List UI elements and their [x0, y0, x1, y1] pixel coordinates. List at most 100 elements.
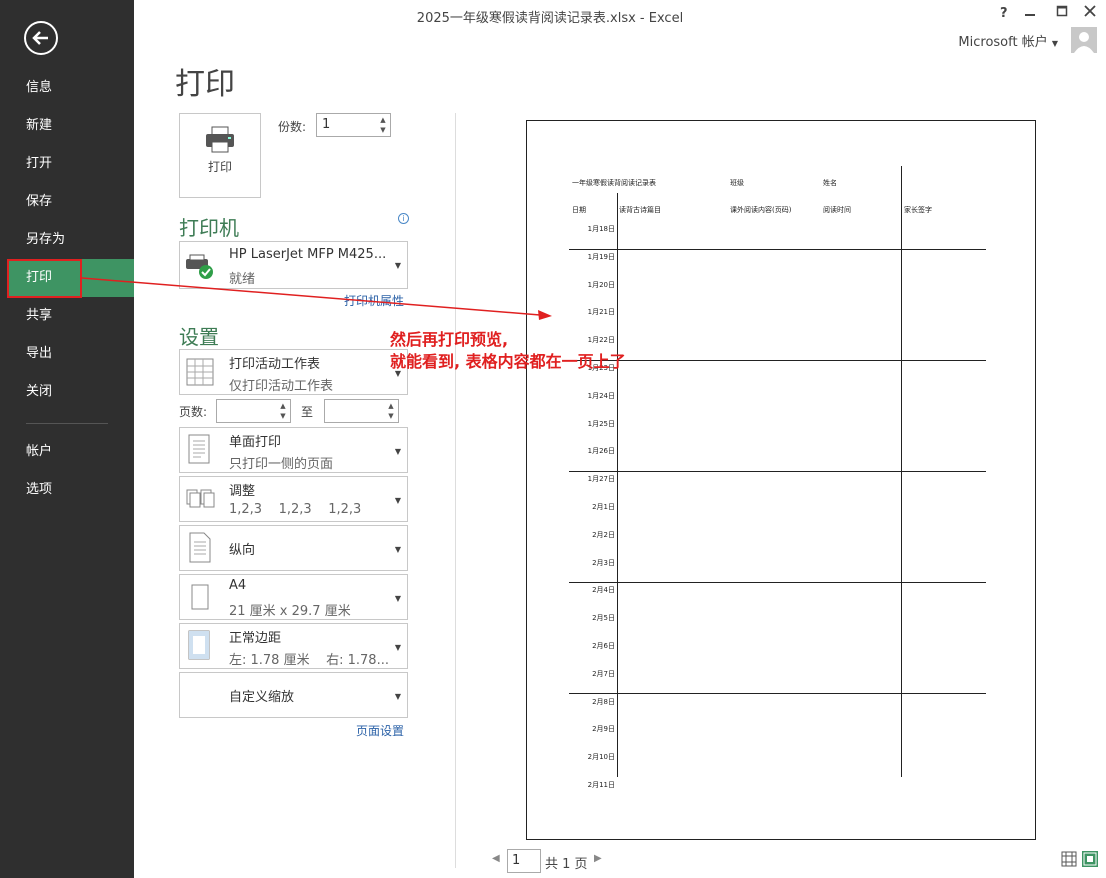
col-header-reading: 课外阅读内容(页码)	[730, 206, 792, 214]
spin-down-icon[interactable]: ▼	[386, 412, 396, 420]
spin-down-icon[interactable]: ▼	[278, 412, 288, 420]
date-cell: 1月24日	[587, 392, 615, 400]
chevron-down-icon: ▼	[394, 643, 401, 652]
nav-share[interactable]: 共享	[0, 297, 134, 335]
col-header-sign: 家长签字	[904, 206, 932, 214]
printer-dropdown[interactable]: HP LaserJet MFP M425... 就绪 ▼	[179, 241, 408, 289]
grid-line	[569, 249, 986, 250]
date-cell: 2月6日	[592, 642, 615, 650]
date-cell: 2月11日	[587, 781, 615, 789]
show-margins-icon[interactable]	[1061, 851, 1077, 867]
date-cell: 2月10日	[587, 753, 615, 761]
col-header-time: 阅读时间	[823, 206, 851, 214]
page-total: 共 1 页	[545, 857, 588, 872]
account-menu[interactable]: Microsoft 帐户 ▼	[958, 31, 1058, 50]
collate-title: 调整	[229, 484, 256, 499]
chevron-down-icon: ▼	[394, 261, 401, 270]
page-setup-link[interactable]: 页面设置	[356, 722, 404, 739]
orientation-title: 纵向	[229, 543, 256, 558]
highlight-box	[7, 259, 82, 298]
grid-line	[569, 471, 986, 472]
info-icon[interactable]: i	[398, 213, 409, 224]
nav-new[interactable]: 新建	[0, 107, 134, 145]
print-what-dropdown[interactable]: 打印活动工作表 仅打印活动工作表 ▼	[179, 349, 408, 395]
title-bar: 2025一年级寒假读背阅读记录表.xlsx - Excel ?	[134, 0, 1106, 30]
account-label: Microsoft 帐户	[958, 35, 1048, 50]
nav-close[interactable]: 关闭	[0, 373, 134, 411]
next-page-icon[interactable]: ▶	[594, 853, 602, 864]
back-arrow-icon[interactable]	[24, 21, 58, 55]
date-cell: 2月2日	[592, 531, 615, 539]
minimize-button[interactable]	[1024, 4, 1036, 22]
date-cell: 1月20日	[587, 281, 615, 289]
zoom-to-page-icon[interactable]	[1082, 851, 1098, 867]
sides-title: 单面打印	[229, 435, 282, 450]
paper-size-desc: 21 厘米 x 29.7 厘米	[229, 604, 351, 619]
grid-line	[569, 582, 986, 583]
collate-dropdown[interactable]: 调整 1,2,3 1,2,3 1,2,3 ▼	[179, 476, 408, 522]
pages-to-input[interactable]: ▲ ▼	[324, 399, 399, 423]
avatar[interactable]	[1071, 27, 1097, 53]
print-what-desc: 仅打印活动工作表	[229, 379, 334, 394]
spin-up-icon[interactable]: ▲	[378, 116, 388, 124]
sheet-grid-icon	[186, 358, 214, 386]
nav-open[interactable]: 打开	[0, 145, 134, 183]
help-button[interactable]: ?	[1000, 6, 1008, 21]
nav-account[interactable]: 帐户	[0, 433, 134, 471]
portrait-icon	[189, 532, 211, 563]
annotation-line-2: 就能看到, 表格内容都在一页上了	[390, 352, 626, 371]
to-label: 至	[301, 405, 314, 419]
page-number-value: 1	[512, 853, 521, 868]
page-number-input[interactable]: 1	[507, 849, 541, 873]
scaling-title: 自定义缩放	[229, 690, 295, 705]
name-label: 姓名	[823, 179, 837, 187]
annotation-line-1: 然后再打印预览,	[390, 330, 509, 349]
nav-save[interactable]: 保存	[0, 183, 134, 221]
sides-desc: 只打印一侧的页面	[229, 457, 334, 472]
annotation-text: 然后再打印预览, 就能看到, 表格内容都在一页上了	[390, 329, 626, 373]
chevron-down-icon: ▼	[394, 447, 401, 456]
spin-down-icon[interactable]: ▼	[378, 126, 388, 134]
print-what-title: 打印活动工作表	[229, 357, 321, 372]
copies-value: 1	[322, 117, 331, 132]
date-cell: 1月18日	[587, 225, 615, 233]
sides-dropdown[interactable]: 单面打印 只打印一侧的页面 ▼	[179, 427, 408, 473]
pages-label: 页数:	[179, 405, 208, 419]
nav-export[interactable]: 导出	[0, 335, 134, 373]
date-cell: 1月27日	[587, 475, 615, 483]
collate-desc: 1,2,3 1,2,3 1,2,3	[229, 502, 362, 517]
spin-up-icon[interactable]: ▲	[386, 402, 396, 410]
page-title: 打印	[175, 67, 235, 102]
margins-dropdown[interactable]: 正常边距 左: 1.78 厘米 右: 1.78... ▼	[179, 623, 408, 669]
printer-name: HP LaserJet MFP M425...	[229, 247, 387, 262]
margins-desc: 左: 1.78 厘米 右: 1.78...	[229, 653, 389, 668]
date-cell: 2月5日	[592, 614, 615, 622]
pages-from-input[interactable]: ▲ ▼	[216, 399, 291, 423]
prev-page-icon[interactable]: ◀	[492, 853, 500, 864]
grid-line	[569, 360, 986, 361]
nav-save-as[interactable]: 另存为	[0, 221, 134, 259]
scaling-dropdown[interactable]: 自定义缩放 ▼	[179, 672, 408, 718]
orientation-dropdown[interactable]: 纵向 ▼	[179, 525, 408, 571]
close-button[interactable]	[1084, 4, 1096, 22]
maximize-button[interactable]	[1056, 4, 1068, 22]
col-header-poems: 读背古诗篇目	[619, 206, 661, 214]
date-cell: 1月25日	[587, 420, 615, 428]
date-cell: 2月8日	[592, 698, 615, 706]
date-cell: 2月1日	[592, 503, 615, 511]
chevron-down-icon: ▼	[394, 545, 401, 554]
spin-up-icon[interactable]: ▲	[278, 402, 288, 410]
copies-input[interactable]: 1 ▲ ▼	[316, 113, 391, 137]
paper-size-dropdown[interactable]: A4 21 厘米 x 29.7 厘米 ▼	[179, 574, 408, 620]
print-button[interactable]: 打印	[179, 113, 261, 198]
date-cell: 1月26日	[587, 447, 615, 455]
printer-ready-icon	[186, 254, 213, 279]
printer-icon	[206, 126, 234, 153]
date-cell: 2月4日	[592, 586, 615, 594]
printer-properties-link[interactable]: 打印机属性	[344, 292, 404, 309]
chevron-down-icon: ▼	[394, 496, 401, 505]
col-header-date: 日期	[572, 206, 586, 214]
nav-options[interactable]: 选项	[0, 471, 134, 509]
nav-info[interactable]: 信息	[0, 69, 134, 107]
chevron-down-icon: ▼	[394, 692, 401, 701]
